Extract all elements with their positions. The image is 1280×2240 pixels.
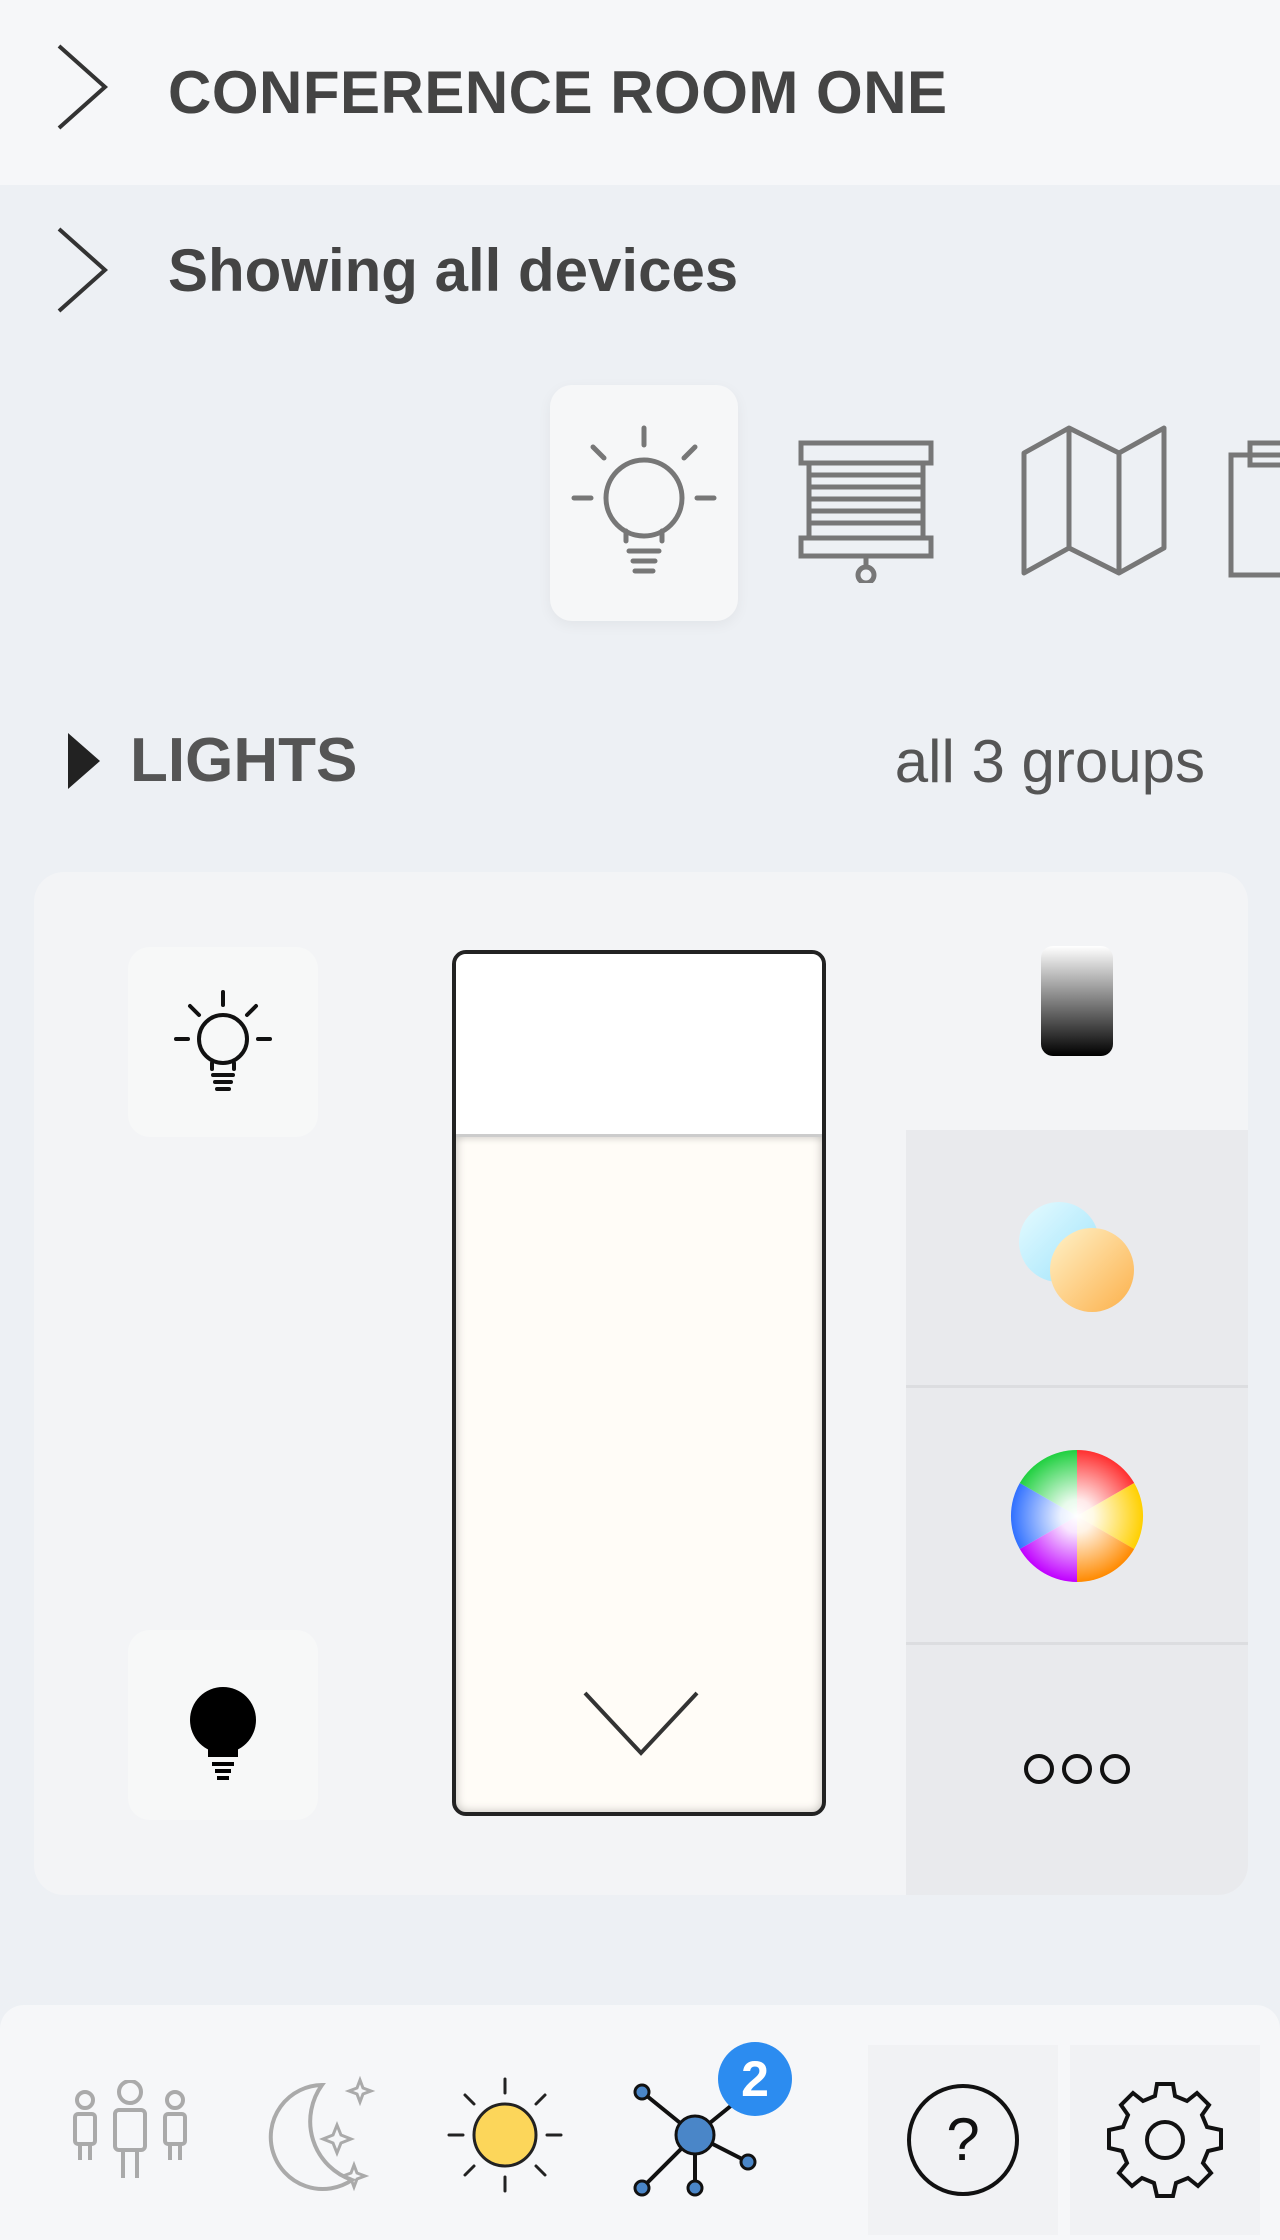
presence-button[interactable] bbox=[35, 2040, 225, 2230]
gear-icon bbox=[1107, 2082, 1223, 2198]
night-scene-icon bbox=[268, 2075, 376, 2192]
presence-icon bbox=[73, 2080, 187, 2178]
section-group-count: all 3 groups bbox=[894, 728, 1205, 795]
lightbulb-icon bbox=[571, 425, 717, 574]
color-temperature-icon bbox=[1019, 1201, 1134, 1312]
light-off-button[interactable] bbox=[128, 1630, 318, 1820]
expand-triangle-icon[interactable] bbox=[68, 733, 100, 789]
svg-text:?: ? bbox=[946, 2106, 979, 2173]
room-selector-row[interactable]: CONFERENCE ROOM ONE bbox=[0, 0, 1280, 185]
notification-badge: 2 bbox=[718, 2042, 792, 2116]
projector-screen-icon bbox=[798, 440, 934, 583]
light-on-button[interactable] bbox=[128, 947, 318, 1137]
chevron-down-icon bbox=[583, 1691, 699, 1756]
category-lights-tab[interactable] bbox=[550, 385, 738, 621]
brightness-icon bbox=[1041, 946, 1113, 1056]
device-filter-label: Showing all devices bbox=[168, 237, 739, 304]
day-scene-button[interactable] bbox=[410, 2040, 600, 2230]
color-temperature-mode-button[interactable] bbox=[906, 1130, 1248, 1385]
room-name: CONFERENCE ROOM ONE bbox=[168, 59, 948, 126]
more-options-icon bbox=[1024, 1754, 1130, 1784]
more-options-button[interactable] bbox=[906, 1643, 1248, 1895]
brightness-mode-button[interactable] bbox=[906, 872, 1248, 1130]
sun-icon bbox=[447, 2077, 563, 2193]
map-icon bbox=[1021, 425, 1167, 576]
section-title: LIGHTS bbox=[130, 726, 358, 795]
lightbulb-off-icon bbox=[190, 1687, 256, 1780]
chevron-right-icon bbox=[57, 44, 109, 130]
category-more-tab[interactable] bbox=[1228, 385, 1280, 621]
night-scene-button[interactable] bbox=[222, 2040, 412, 2230]
category-map-tab[interactable] bbox=[1000, 385, 1188, 621]
slider-handle[interactable] bbox=[456, 954, 822, 1137]
color-wheel-icon bbox=[1010, 1449, 1144, 1582]
settings-button[interactable] bbox=[1070, 2045, 1260, 2235]
color-wheel-mode-button[interactable] bbox=[906, 1388, 1248, 1643]
clipboard-icon bbox=[1228, 440, 1280, 578]
help-icon: ? bbox=[907, 2084, 1019, 2196]
chevron-right-icon bbox=[57, 227, 109, 313]
lightbulb-on-icon bbox=[174, 990, 272, 1091]
brightness-slider[interactable] bbox=[452, 950, 826, 1816]
category-shades-tab[interactable] bbox=[772, 385, 960, 621]
help-button[interactable]: ? bbox=[868, 2045, 1058, 2235]
